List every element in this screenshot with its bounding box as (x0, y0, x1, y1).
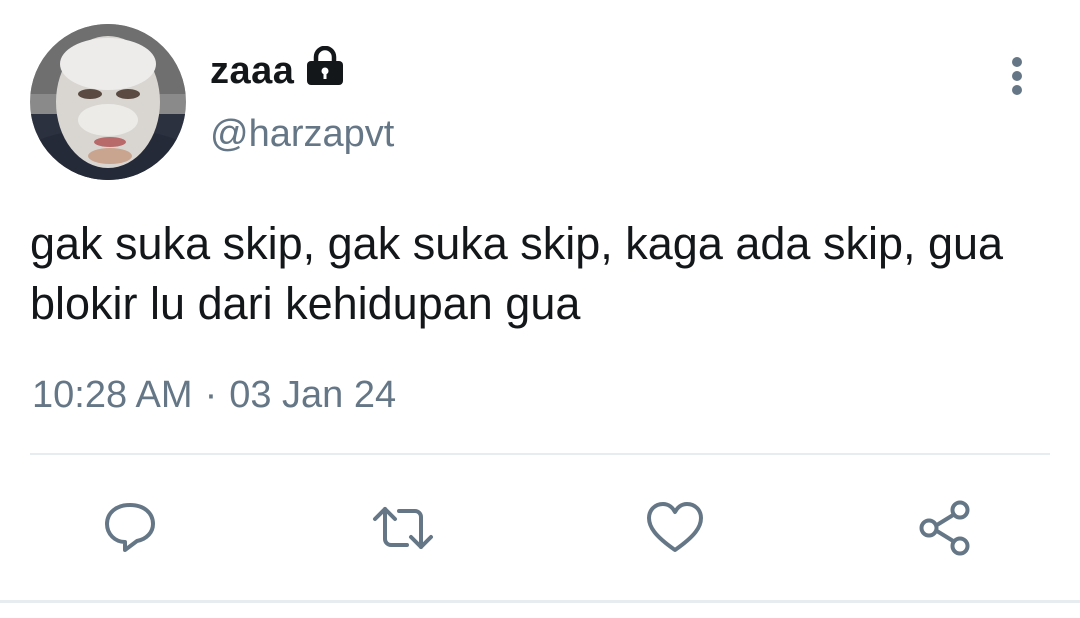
share-icon (919, 500, 970, 556)
author-display-name[interactable]: zaaa (210, 45, 346, 96)
retweet-icon (373, 507, 433, 549)
more-vertical-icon (1012, 57, 1022, 95)
tweet-time: 10:28 AM (32, 374, 193, 416)
tweet-text: gak suka skip, gak suka skip, kaga ada s… (30, 218, 1004, 329)
author-handle[interactable]: @harzapvt (210, 113, 394, 156)
retweet-button[interactable] (371, 496, 435, 560)
like-button[interactable] (643, 496, 707, 560)
divider (0, 600, 1080, 603)
reply-icon (105, 503, 155, 552)
lock-icon (304, 45, 346, 96)
display-name-text: zaaa (210, 49, 295, 92)
tweet-timestamp: 10:28 AM · 03 Jan 24 (32, 374, 396, 417)
more-options-button[interactable] (996, 52, 1038, 100)
tweet-date: 03 Jan 24 (229, 374, 397, 416)
share-button[interactable] (913, 496, 977, 560)
heart-icon (647, 502, 703, 552)
author-avatar[interactable] (30, 24, 186, 180)
timestamp-separator: · (204, 374, 218, 416)
divider (30, 453, 1050, 455)
reply-button[interactable] (98, 496, 162, 560)
